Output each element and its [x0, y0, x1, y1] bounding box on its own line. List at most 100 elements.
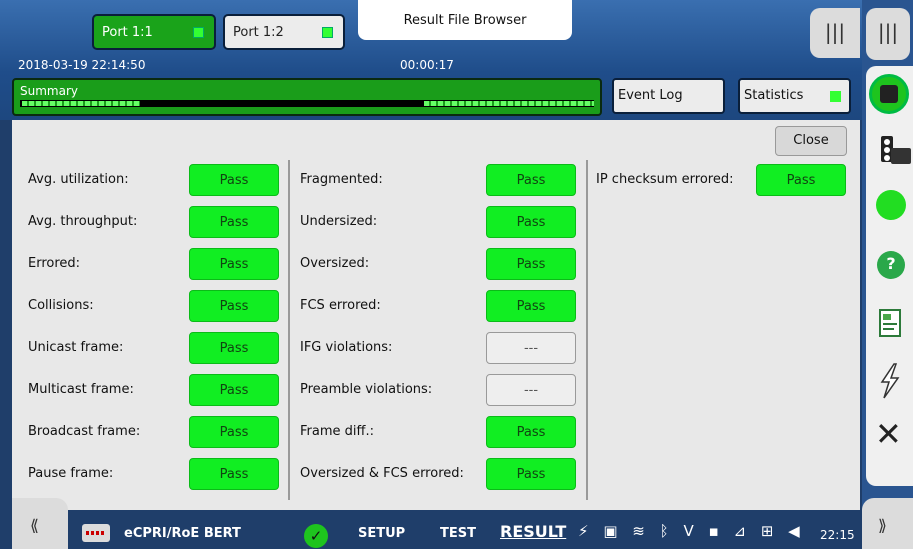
result-label: Pause frame:	[28, 466, 114, 481]
result-row: Avg. utilization: Pass	[28, 164, 279, 196]
port-1-1-label: Port 1:1	[102, 25, 153, 40]
result-tab[interactable]: RESULT	[500, 522, 566, 541]
result-status-badge: Pass	[189, 248, 279, 280]
result-row: Unicast frame: Pass	[28, 332, 279, 364]
status-icons: ⚡ ▣ ≋ ᛒ V ▪ ⊿ ⊞ ◀	[578, 522, 805, 540]
result-status-badge: Pass	[189, 374, 279, 406]
lightning-icon[interactable]	[866, 358, 913, 404]
expand-right-icon[interactable]: ⟫	[862, 498, 913, 549]
menu-icon[interactable]: |||	[866, 8, 910, 60]
result-row: Undersized: Pass	[300, 206, 580, 238]
result-row: Oversized: Pass	[300, 248, 580, 280]
setup-tab[interactable]: SETUP	[358, 526, 405, 541]
status-indicator-icon[interactable]	[876, 190, 906, 220]
result-status-badge: ---	[486, 374, 576, 406]
result-label: Broadcast frame:	[28, 424, 141, 439]
port-1-2-status-led	[322, 27, 333, 38]
result-row: Oversized & FCS errored: Pass	[300, 458, 580, 490]
storage-icon: ▣	[603, 522, 623, 540]
result-label: Avg. throughput:	[28, 214, 138, 229]
result-label: Multicast frame:	[28, 382, 134, 397]
stop-icon	[880, 85, 898, 103]
result-status-badge: Pass	[189, 332, 279, 364]
result-row: Broadcast frame: Pass	[28, 416, 279, 448]
result-row: Pause frame: Pass	[28, 458, 279, 490]
terminal-icon: ▪	[708, 522, 724, 540]
statistics-label: Statistics	[744, 88, 804, 103]
result-status-badge: Pass	[189, 416, 279, 448]
result-row: Errored: Pass	[28, 248, 279, 280]
result-label: Oversized & FCS errored:	[300, 466, 464, 481]
result-label: Fragmented:	[300, 172, 383, 187]
port-1-2-label: Port 1:2	[233, 25, 284, 40]
app-name: eCPRI/RoE BERT	[124, 526, 241, 541]
result-row: Preamble violations: ---	[300, 374, 580, 406]
result-status-badge: ---	[486, 332, 576, 364]
column-divider	[288, 160, 290, 500]
result-label: IP checksum errored:	[596, 172, 734, 187]
result-label: Avg. utilization:	[28, 172, 129, 187]
port-1-1-tab[interactable]: Port 1:1	[92, 14, 216, 50]
result-status-badge: Pass	[189, 206, 279, 238]
result-label: Unicast frame:	[28, 340, 124, 355]
network-icon: ⊞	[760, 522, 779, 540]
test-tab[interactable]: TEST	[440, 526, 476, 541]
result-row: Collisions: Pass	[28, 290, 279, 322]
close-button[interactable]: Close	[775, 126, 847, 156]
column-divider	[586, 160, 588, 500]
report-icon[interactable]	[866, 302, 913, 348]
result-label: Preamble violations:	[300, 382, 433, 397]
result-row: Avg. throughput: Pass	[28, 206, 279, 238]
result-row: Multicast frame: Pass	[28, 374, 279, 406]
result-status-badge: Pass	[486, 248, 576, 280]
result-status-badge: Pass	[486, 164, 576, 196]
result-label: Frame diff.:	[300, 424, 374, 439]
result-row: Frame diff.: Pass	[300, 416, 580, 448]
statistics-status-led	[830, 91, 841, 102]
check-icon: ✓	[304, 524, 328, 548]
event-log-label: Event Log	[618, 88, 683, 103]
result-label: Oversized:	[300, 256, 370, 271]
help-icon[interactable]: ?	[877, 251, 905, 279]
wifi-icon: ≋	[632, 522, 650, 540]
result-row: Fragmented: Pass	[300, 164, 580, 196]
speaker-icon: ◀	[788, 522, 805, 540]
result-status-badge: Pass	[189, 290, 279, 322]
statistics-tab[interactable]: Statistics	[738, 78, 851, 114]
result-status-badge: Pass	[486, 416, 576, 448]
elapsed-time: 00:00:17	[400, 58, 454, 72]
clock: 22:15	[820, 528, 855, 542]
result-row: FCS errored: Pass	[300, 290, 580, 322]
traffic-light-icon[interactable]	[866, 130, 913, 176]
port-1-2-tab[interactable]: Port 1:2	[223, 14, 345, 50]
result-status-badge: Pass	[189, 164, 279, 196]
result-status-badge: Pass	[189, 458, 279, 490]
result-row: IFG violations: ---	[300, 332, 580, 364]
collapse-left-icon[interactable]: ⟪	[12, 498, 68, 549]
app-icon	[82, 524, 110, 542]
result-status-badge: Pass	[756, 164, 846, 196]
result-row: IP checksum errored: Pass	[596, 164, 852, 196]
menu-icon[interactable]: |||	[810, 8, 860, 58]
bluetooth-icon: ᛒ	[659, 522, 674, 540]
power-icon: ⚡	[578, 522, 594, 540]
result-label: Errored:	[28, 256, 81, 271]
result-status-badge: Pass	[486, 290, 576, 322]
result-status-badge: Pass	[486, 206, 576, 238]
result-label: Undersized:	[300, 214, 378, 229]
summary-tab[interactable]: Summary	[12, 78, 602, 116]
summary-progress-segment-left	[22, 101, 140, 106]
v-icon: V	[683, 522, 699, 540]
result-file-browser-tab[interactable]: Result File Browser	[358, 0, 572, 40]
result-label: FCS errored:	[300, 298, 381, 313]
result-label: IFG violations:	[300, 340, 393, 355]
result-status-badge: Pass	[486, 458, 576, 490]
test-datetime: 2018-03-19 22:14:50	[18, 58, 146, 72]
result-label: Collisions:	[28, 298, 94, 313]
port-1-1-status-led	[193, 27, 204, 38]
event-log-tab[interactable]: Event Log	[612, 78, 725, 114]
close-app-icon[interactable]: ✕	[875, 415, 902, 453]
summary-progress-segment-right	[424, 101, 594, 106]
summary-label: Summary	[20, 84, 78, 98]
antenna-icon: ⊿	[733, 522, 752, 540]
